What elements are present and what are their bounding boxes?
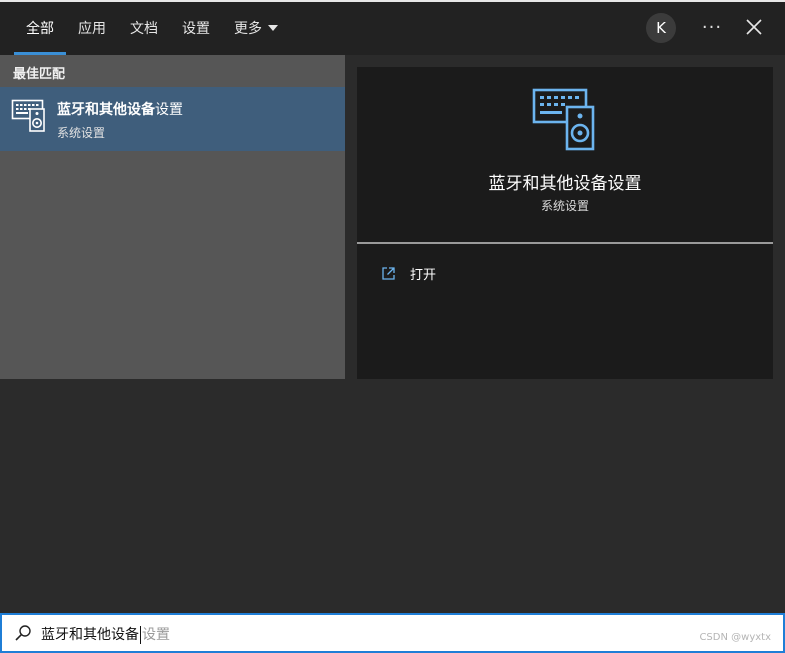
- tab-settings[interactable]: 设置: [170, 0, 222, 55]
- empty-area: [0, 379, 785, 614]
- best-match-heading: 最佳匹配: [13, 67, 66, 82]
- more-options-button[interactable]: ···: [700, 14, 724, 40]
- ellipsis-icon: ···: [701, 16, 723, 38]
- filter-tabs: 全部 应用 文档 设置 更多: [14, 0, 290, 55]
- detail-card: 蓝牙和其他设备设置 系统设置 打开: [357, 67, 773, 379]
- tab-all[interactable]: 全部: [14, 0, 66, 55]
- close-icon: [746, 19, 762, 35]
- tab-all-label: 全部: [26, 20, 54, 37]
- open-label: 打开: [410, 267, 437, 283]
- text-cursor: [140, 626, 141, 644]
- tab-documents-label: 文档: [130, 20, 158, 37]
- search-input[interactable]: 蓝牙和其他设备 设置: [41, 624, 170, 644]
- detail-title: 蓝牙和其他设备设置: [488, 174, 642, 194]
- result-subtitle: 系统设置: [57, 126, 106, 140]
- search-autocomplete-hint: 设置: [142, 627, 170, 643]
- detail-subtitle: 系统设置: [540, 199, 589, 213]
- devices-icon: [11, 99, 45, 132]
- tab-settings-label: 设置: [182, 20, 210, 37]
- detail-pane: 蓝牙和其他设备设置 系统设置 打开: [345, 55, 785, 379]
- tab-more[interactable]: 更多: [222, 0, 290, 55]
- open-action[interactable]: 打开: [381, 263, 436, 283]
- tab-more-label: 更多: [234, 20, 262, 37]
- search-typed-text: 蓝牙和其他设备: [41, 627, 139, 643]
- result-title-match: 蓝牙和其他设备: [57, 102, 155, 118]
- result-title: 蓝牙和其他设备设置: [57, 99, 183, 119]
- search-box[interactable]: 蓝牙和其他设备 设置 CSDN @wyxtx: [0, 613, 785, 653]
- watermark: CSDN @wyxtx: [699, 632, 771, 643]
- open-external-icon: [382, 266, 395, 280]
- search-header: 全部 应用 文档 设置 更多 K ···: [0, 0, 785, 55]
- chevron-down-icon: [268, 24, 278, 31]
- results-pane: 最佳匹配 蓝牙和其他设备设置 系统设置: [0, 55, 345, 379]
- avatar-letter: K: [656, 19, 666, 37]
- tab-documents[interactable]: 文档: [118, 0, 170, 55]
- tab-apps[interactable]: 应用: [66, 0, 118, 55]
- search-icon: [15, 625, 31, 641]
- result-title-rest: 设置: [155, 102, 183, 118]
- devices-large-icon: [532, 88, 595, 151]
- divider: [357, 242, 773, 244]
- close-button[interactable]: [742, 15, 766, 39]
- tab-apps-label: 应用: [78, 20, 106, 37]
- best-match-result[interactable]: 蓝牙和其他设备设置 系统设置: [0, 87, 345, 151]
- avatar[interactable]: K: [646, 13, 676, 43]
